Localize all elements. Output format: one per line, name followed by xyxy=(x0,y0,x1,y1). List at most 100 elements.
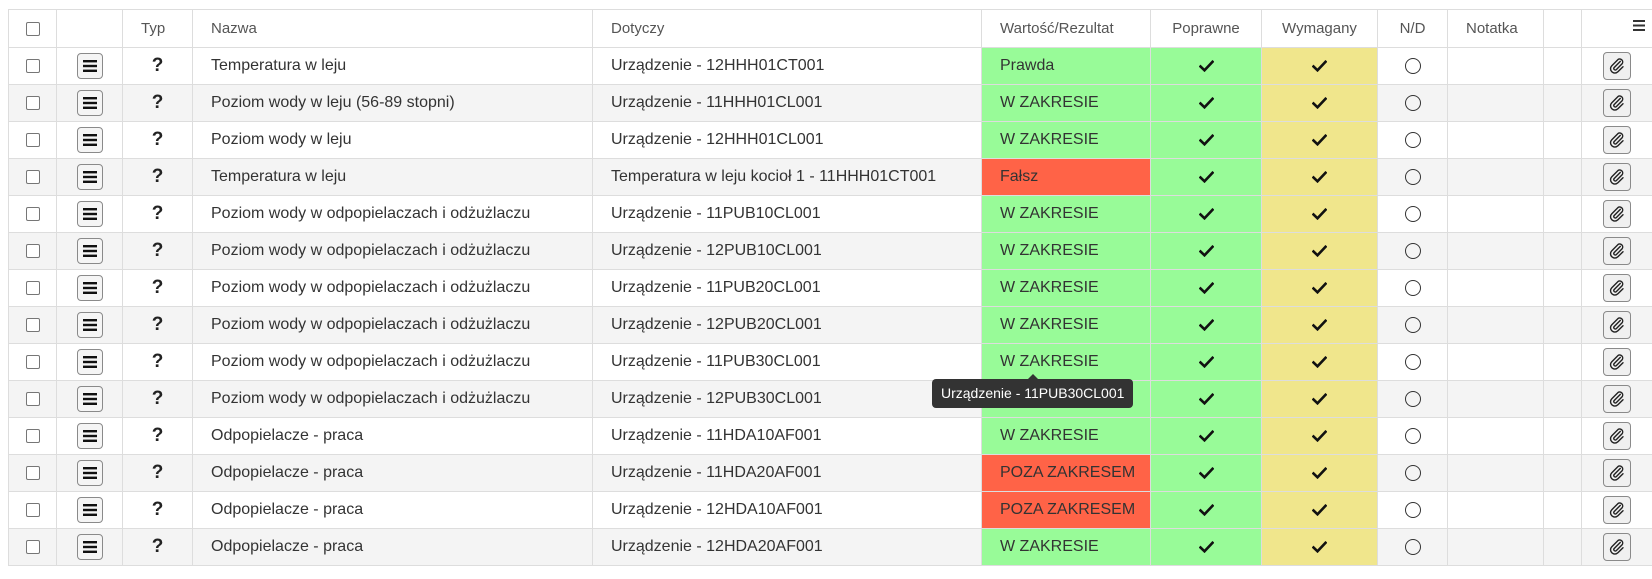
table-row[interactable]: ? Poziom wody w odpopielaczach i odżużla… xyxy=(8,269,1652,307)
row-menu-button[interactable] xyxy=(76,423,103,449)
nd-radio[interactable] xyxy=(1404,538,1421,555)
nd-radio[interactable] xyxy=(1404,464,1421,481)
header-wartosc[interactable]: Wartość/Rezultat xyxy=(981,9,1151,48)
row-wartosc[interactable]: W ZAKRESIE xyxy=(981,195,1151,233)
column-menu-icon[interactable] xyxy=(1630,16,1648,34)
edit-button[interactable] xyxy=(1603,237,1631,265)
edit-button[interactable] xyxy=(1603,459,1631,487)
header-nd[interactable]: N/D xyxy=(1377,9,1448,48)
edit-button[interactable] xyxy=(1603,274,1631,302)
nd-radio[interactable] xyxy=(1404,242,1421,259)
row-wartosc[interactable]: W ZAKRESIE xyxy=(981,343,1151,381)
row-nd-cell xyxy=(1377,47,1448,85)
row-wartosc[interactable]: W ZAKRESIE xyxy=(981,306,1151,344)
edit-button[interactable] xyxy=(1603,126,1631,154)
row-menu-button[interactable] xyxy=(76,164,103,190)
row-checkbox[interactable] xyxy=(25,539,40,554)
row-wartosc[interactable]: W ZAKRESIE xyxy=(981,232,1151,270)
edit-button[interactable] xyxy=(1603,533,1631,561)
row-menu-button[interactable] xyxy=(76,238,103,264)
row-checkbox[interactable] xyxy=(25,465,40,480)
nd-radio[interactable] xyxy=(1404,279,1421,296)
row-checkbox[interactable] xyxy=(25,58,40,73)
header-notatka[interactable]: Notatka xyxy=(1447,9,1544,48)
row-menu-button[interactable] xyxy=(76,386,103,412)
row-checkbox[interactable] xyxy=(25,502,40,517)
nd-radio[interactable] xyxy=(1404,353,1421,370)
row-menu-button[interactable] xyxy=(76,275,103,301)
row-checkbox[interactable] xyxy=(25,169,40,184)
edit-button[interactable] xyxy=(1603,348,1631,376)
row-menu-button[interactable] xyxy=(76,460,103,486)
nd-radio[interactable] xyxy=(1404,57,1421,74)
nd-radio[interactable] xyxy=(1404,316,1421,333)
edit-button[interactable] xyxy=(1603,163,1631,191)
row-wartosc[interactable]: Prawda xyxy=(981,47,1151,85)
row-checkbox[interactable] xyxy=(25,243,40,258)
row-checkbox[interactable] xyxy=(25,206,40,221)
row-menu-button[interactable] xyxy=(76,127,103,153)
checkmark-icon xyxy=(1198,205,1214,222)
row-wartosc[interactable]: W ZAKRESIE xyxy=(981,84,1151,122)
header-wymagany[interactable]: Wymagany xyxy=(1261,9,1378,48)
row-checkbox[interactable] xyxy=(25,428,40,443)
table-row[interactable]: ? Poziom wody w odpopielaczach i odżużla… xyxy=(8,232,1652,270)
row-menu-button[interactable] xyxy=(76,497,103,523)
nd-radio[interactable] xyxy=(1404,427,1421,444)
row-checkbox[interactable] xyxy=(25,391,40,406)
row-wartosc[interactable]: POZA ZAKRESEM xyxy=(981,454,1151,492)
row-checkbox[interactable] xyxy=(25,95,40,110)
table-row[interactable]: ? Poziom wody w odpopielaczach i odżużla… xyxy=(8,380,1652,418)
nd-radio[interactable] xyxy=(1404,168,1421,185)
table-row[interactable]: ? Poziom wody w odpopielaczach i odżużla… xyxy=(8,306,1652,344)
header-dotyczy[interactable]: Dotyczy xyxy=(592,9,982,48)
table-row[interactable]: ? Odpopielacze - praca Urządzenie - 12HD… xyxy=(8,528,1652,566)
edit-button[interactable] xyxy=(1603,89,1631,117)
edit-button[interactable] xyxy=(1603,200,1631,228)
row-menu-button[interactable] xyxy=(76,534,103,560)
row-wartosc[interactable]: W ZAKRESIE xyxy=(981,417,1151,455)
question-icon: ? xyxy=(151,166,164,187)
table-row[interactable]: ? Poziom wody w leju Urządzenie - 12HHH0… xyxy=(8,121,1652,159)
edit-button[interactable] xyxy=(1603,311,1631,339)
nd-radio[interactable] xyxy=(1404,131,1421,148)
row-menu-button[interactable] xyxy=(76,312,103,338)
edit-button[interactable] xyxy=(1603,496,1631,524)
table-row[interactable]: ? Odpopielacze - praca Urządzenie - 12HD… xyxy=(8,491,1652,529)
row-checkbox[interactable] xyxy=(25,132,40,147)
edit-button[interactable] xyxy=(1603,52,1631,80)
row-menu-button[interactable] xyxy=(76,90,103,116)
row-menu-button[interactable] xyxy=(76,53,103,79)
row-blank xyxy=(1543,121,1582,159)
question-icon: ? xyxy=(151,92,164,113)
row-notatka xyxy=(1447,84,1544,122)
nd-radio[interactable] xyxy=(1404,501,1421,518)
header-poprawne[interactable]: Poprawne xyxy=(1150,9,1262,48)
row-wartosc[interactable]: W ZAKRESIE xyxy=(981,121,1151,159)
table-row[interactable]: ? Poziom wody w leju (56-89 stopni) Urzą… xyxy=(8,84,1652,122)
row-notatka xyxy=(1447,491,1544,529)
row-wartosc[interactable]: POZA ZAKRESEM xyxy=(981,491,1151,529)
table-row[interactable]: ? Odpopielacze - praca Urządzenie - 11HD… xyxy=(8,454,1652,492)
header-nazwa[interactable]: Nazwa xyxy=(192,9,593,48)
edit-button[interactable] xyxy=(1603,422,1631,450)
header-typ[interactable]: Typ xyxy=(122,9,193,48)
table-row[interactable]: ? Temperatura w leju Temperatura w leju … xyxy=(8,158,1652,196)
row-checkbox[interactable] xyxy=(25,354,40,369)
row-wartosc[interactable]: W ZAKRESIE xyxy=(981,528,1151,566)
row-menu-button[interactable] xyxy=(76,201,103,227)
table-row[interactable]: ? Poziom wody w odpopielaczach i odżużla… xyxy=(8,195,1652,233)
nd-radio[interactable] xyxy=(1404,390,1421,407)
row-menu-button[interactable] xyxy=(76,349,103,375)
row-checkbox[interactable] xyxy=(25,317,40,332)
row-wartosc[interactable]: Fałsz xyxy=(981,158,1151,196)
edit-button[interactable] xyxy=(1603,385,1631,413)
row-checkbox[interactable] xyxy=(25,280,40,295)
table-row[interactable]: ? Odpopielacze - praca Urządzenie - 11HD… xyxy=(8,417,1652,455)
table-row[interactable]: ? Poziom wody w odpopielaczach i odżużla… xyxy=(8,343,1652,381)
nd-radio[interactable] xyxy=(1404,94,1421,111)
row-wartosc[interactable]: W ZAKRESIE xyxy=(981,269,1151,307)
select-all-checkbox[interactable] xyxy=(25,22,40,37)
table-row[interactable]: ? Temperatura w leju Urządzenie - 12HHH0… xyxy=(8,47,1652,85)
nd-radio[interactable] xyxy=(1404,205,1421,222)
